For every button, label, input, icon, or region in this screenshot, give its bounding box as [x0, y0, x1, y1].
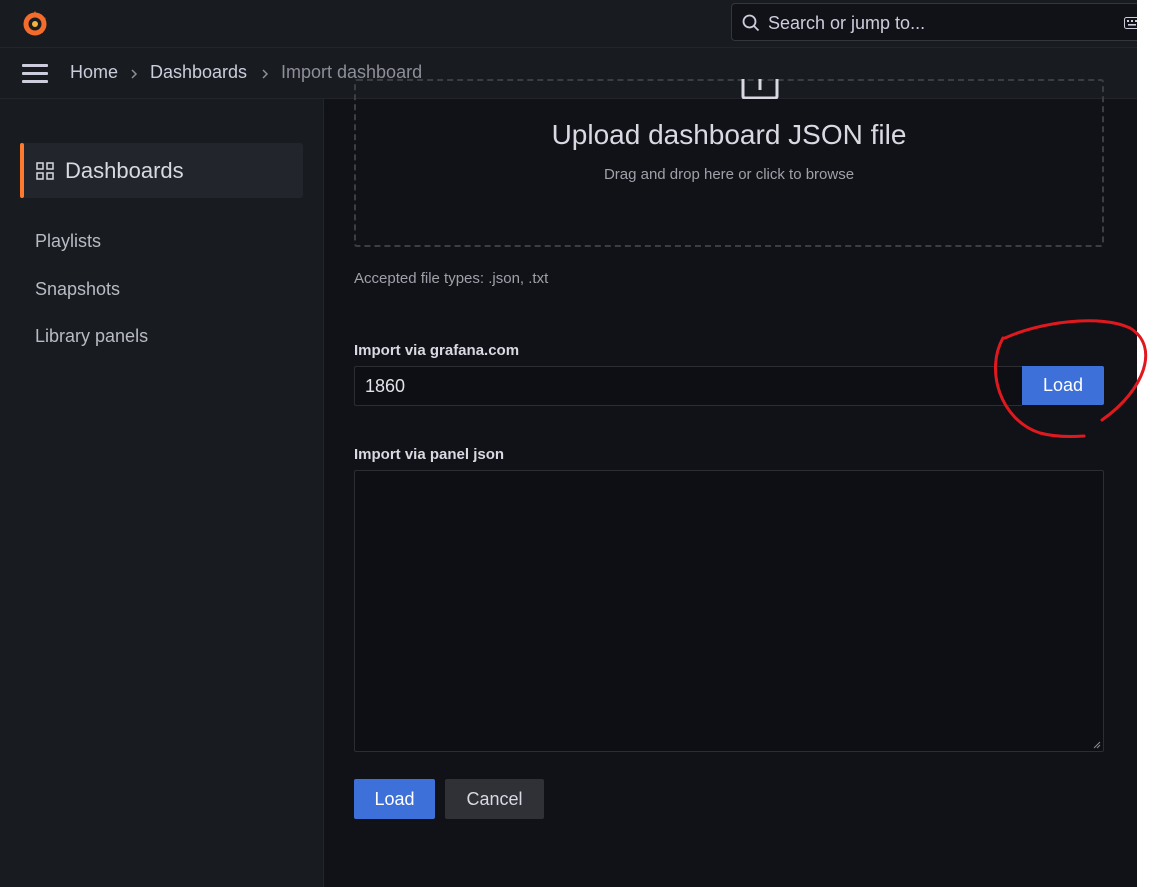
cancel-button[interactable]: Cancel [445, 779, 544, 819]
apps-grid-icon [36, 162, 54, 180]
upload-title: Upload dashboard JSON file [551, 119, 907, 150]
search-bar[interactable]: Search or jump to... [731, 3, 1137, 41]
sidebar-item-playlists[interactable]: Playlists [35, 231, 101, 252]
resize-handle-icon[interactable] [1093, 741, 1101, 749]
search-icon [742, 14, 760, 32]
upload-subtitle: Drag and drop here or click to browse [603, 166, 855, 183]
grafana-com-load-button[interactable]: Load [1022, 366, 1104, 405]
chevron-right-icon [131, 69, 138, 79]
top-bar: Search or jump to... [0, 0, 1137, 48]
sidebar-item-snapshots[interactable]: Snapshots [35, 279, 120, 300]
active-indicator [20, 143, 24, 198]
sidebar-item-dashboards[interactable]: Dashboards [20, 143, 303, 198]
grafana-logo-icon[interactable] [20, 8, 50, 38]
breadcrumb-home[interactable]: Home [70, 62, 118, 83]
sidebar-item-library-panels[interactable]: Library panels [35, 326, 148, 347]
upload-icon [741, 79, 779, 99]
grafana-com-label: Import via grafana.com [354, 342, 520, 359]
sidebar-section-label: Dashboards [65, 158, 184, 183]
hamburger-menu-icon[interactable] [22, 64, 48, 84]
accepted-file-types: Accepted file types: .json, .txt [354, 270, 549, 287]
sidebar: Dashboards Playlists Snapshots Library p… [0, 99, 324, 887]
load-button[interactable]: Load [354, 779, 435, 819]
import-form: Upload dashboard JSON file Drag and drop… [324, 79, 1137, 887]
keyboard-icon [1124, 17, 1137, 29]
search-placeholder: Search or jump to... [768, 13, 926, 33]
breadcrumb-dashboards[interactable]: Dashboards [150, 62, 247, 83]
grafana-com-input[interactable]: 1860 [354, 366, 1022, 406]
panel-json-textarea[interactable] [354, 470, 1104, 752]
upload-dropzone[interactable]: Upload dashboard JSON file Drag and drop… [354, 79, 1104, 247]
panel-json-label: Import via panel json [354, 446, 505, 463]
chevron-right-icon [262, 69, 269, 79]
grafana-app: Search or jump to... Home Dashboards Imp… [0, 0, 1137, 887]
